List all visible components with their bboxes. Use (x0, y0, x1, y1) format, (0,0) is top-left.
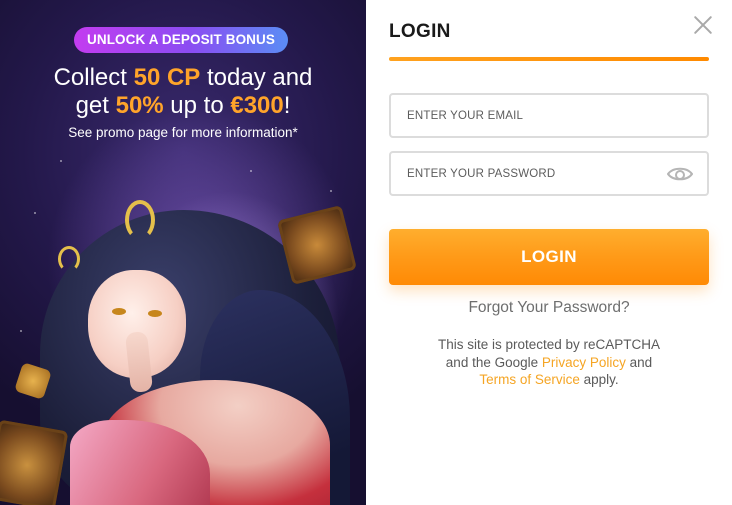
recaptcha-notice: This site is protected by reCAPTCHA and … (389, 336, 709, 389)
legal-text: and the Google (445, 354, 542, 370)
headline-text: ! (283, 92, 291, 119)
character-eye-left (112, 308, 126, 315)
slot-tile-fox (276, 204, 358, 286)
hairpin-ornament-small (58, 246, 80, 272)
email-field-box (389, 93, 709, 138)
headline-highlight-amount: €300 (230, 92, 284, 119)
promo-panel: UNLOCK A DEPOSIT BONUS Collect 50 CP tod… (0, 0, 366, 505)
headline-text: get (75, 92, 116, 119)
legal-line: and the Google Privacy Policy and (389, 354, 709, 372)
deposit-bonus-badge: UNLOCK A DEPOSIT BONUS (74, 27, 288, 53)
password-field-box (389, 151, 709, 196)
slot-tile-gold (0, 419, 69, 505)
privacy-policy-link[interactable]: Privacy Policy (542, 355, 626, 370)
headline-highlight-cp: 50 CP (133, 64, 201, 91)
close-icon[interactable] (692, 14, 714, 36)
promo-headline-line2: get 50% up to €300! (0, 92, 366, 120)
legal-text: and (625, 354, 653, 370)
password-input[interactable] (391, 153, 707, 194)
terms-of-service-link[interactable]: Terms of Service (479, 372, 580, 387)
login-panel: LOGIN LOGIN Forgot Your Password? This s… (366, 0, 732, 505)
email-input[interactable] (391, 95, 707, 136)
headline-highlight-percent: 50% (115, 92, 164, 119)
legal-text: apply. (579, 372, 619, 387)
promo-note: See promo page for more information* (68, 125, 298, 140)
eye-icon[interactable] (666, 166, 694, 182)
legal-line: This site is protected by reCAPTCHA (437, 337, 661, 352)
promo-headline-line1: Collect 50 CP today and (0, 64, 366, 92)
hairpin-ornament (125, 200, 155, 240)
headline-text: up to (163, 92, 231, 119)
headline-text: Collect (53, 64, 134, 91)
character-eye-right (148, 310, 162, 317)
legal-line: Terms of Service apply. (389, 371, 709, 389)
forgot-password-link[interactable]: Forgot Your Password? (389, 299, 709, 317)
login-button[interactable]: LOGIN (389, 229, 709, 285)
headline-text: today and (200, 64, 313, 91)
title-underline (389, 57, 709, 61)
login-title: LOGIN (389, 21, 451, 42)
